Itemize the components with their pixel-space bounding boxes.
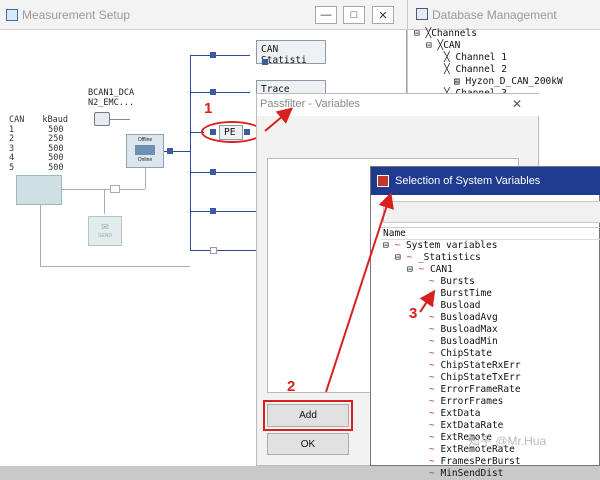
arrow-1	[264, 107, 294, 132]
arrow-2	[325, 192, 394, 393]
annotation-number-1: 1	[204, 100, 213, 117]
annotation-number-3: 3	[409, 305, 418, 322]
arrow-3	[419, 289, 436, 313]
annotation-number-2: 2	[287, 378, 296, 395]
annotation-overlay	[264, 107, 436, 393]
sysvar-icon: ~	[429, 468, 435, 479]
watermark: 知乎 @Mr.Hua	[468, 434, 547, 448]
row-label: MinSendDist	[440, 468, 504, 479]
tree-row[interactable]: ~ MinSendDist	[381, 468, 600, 480]
